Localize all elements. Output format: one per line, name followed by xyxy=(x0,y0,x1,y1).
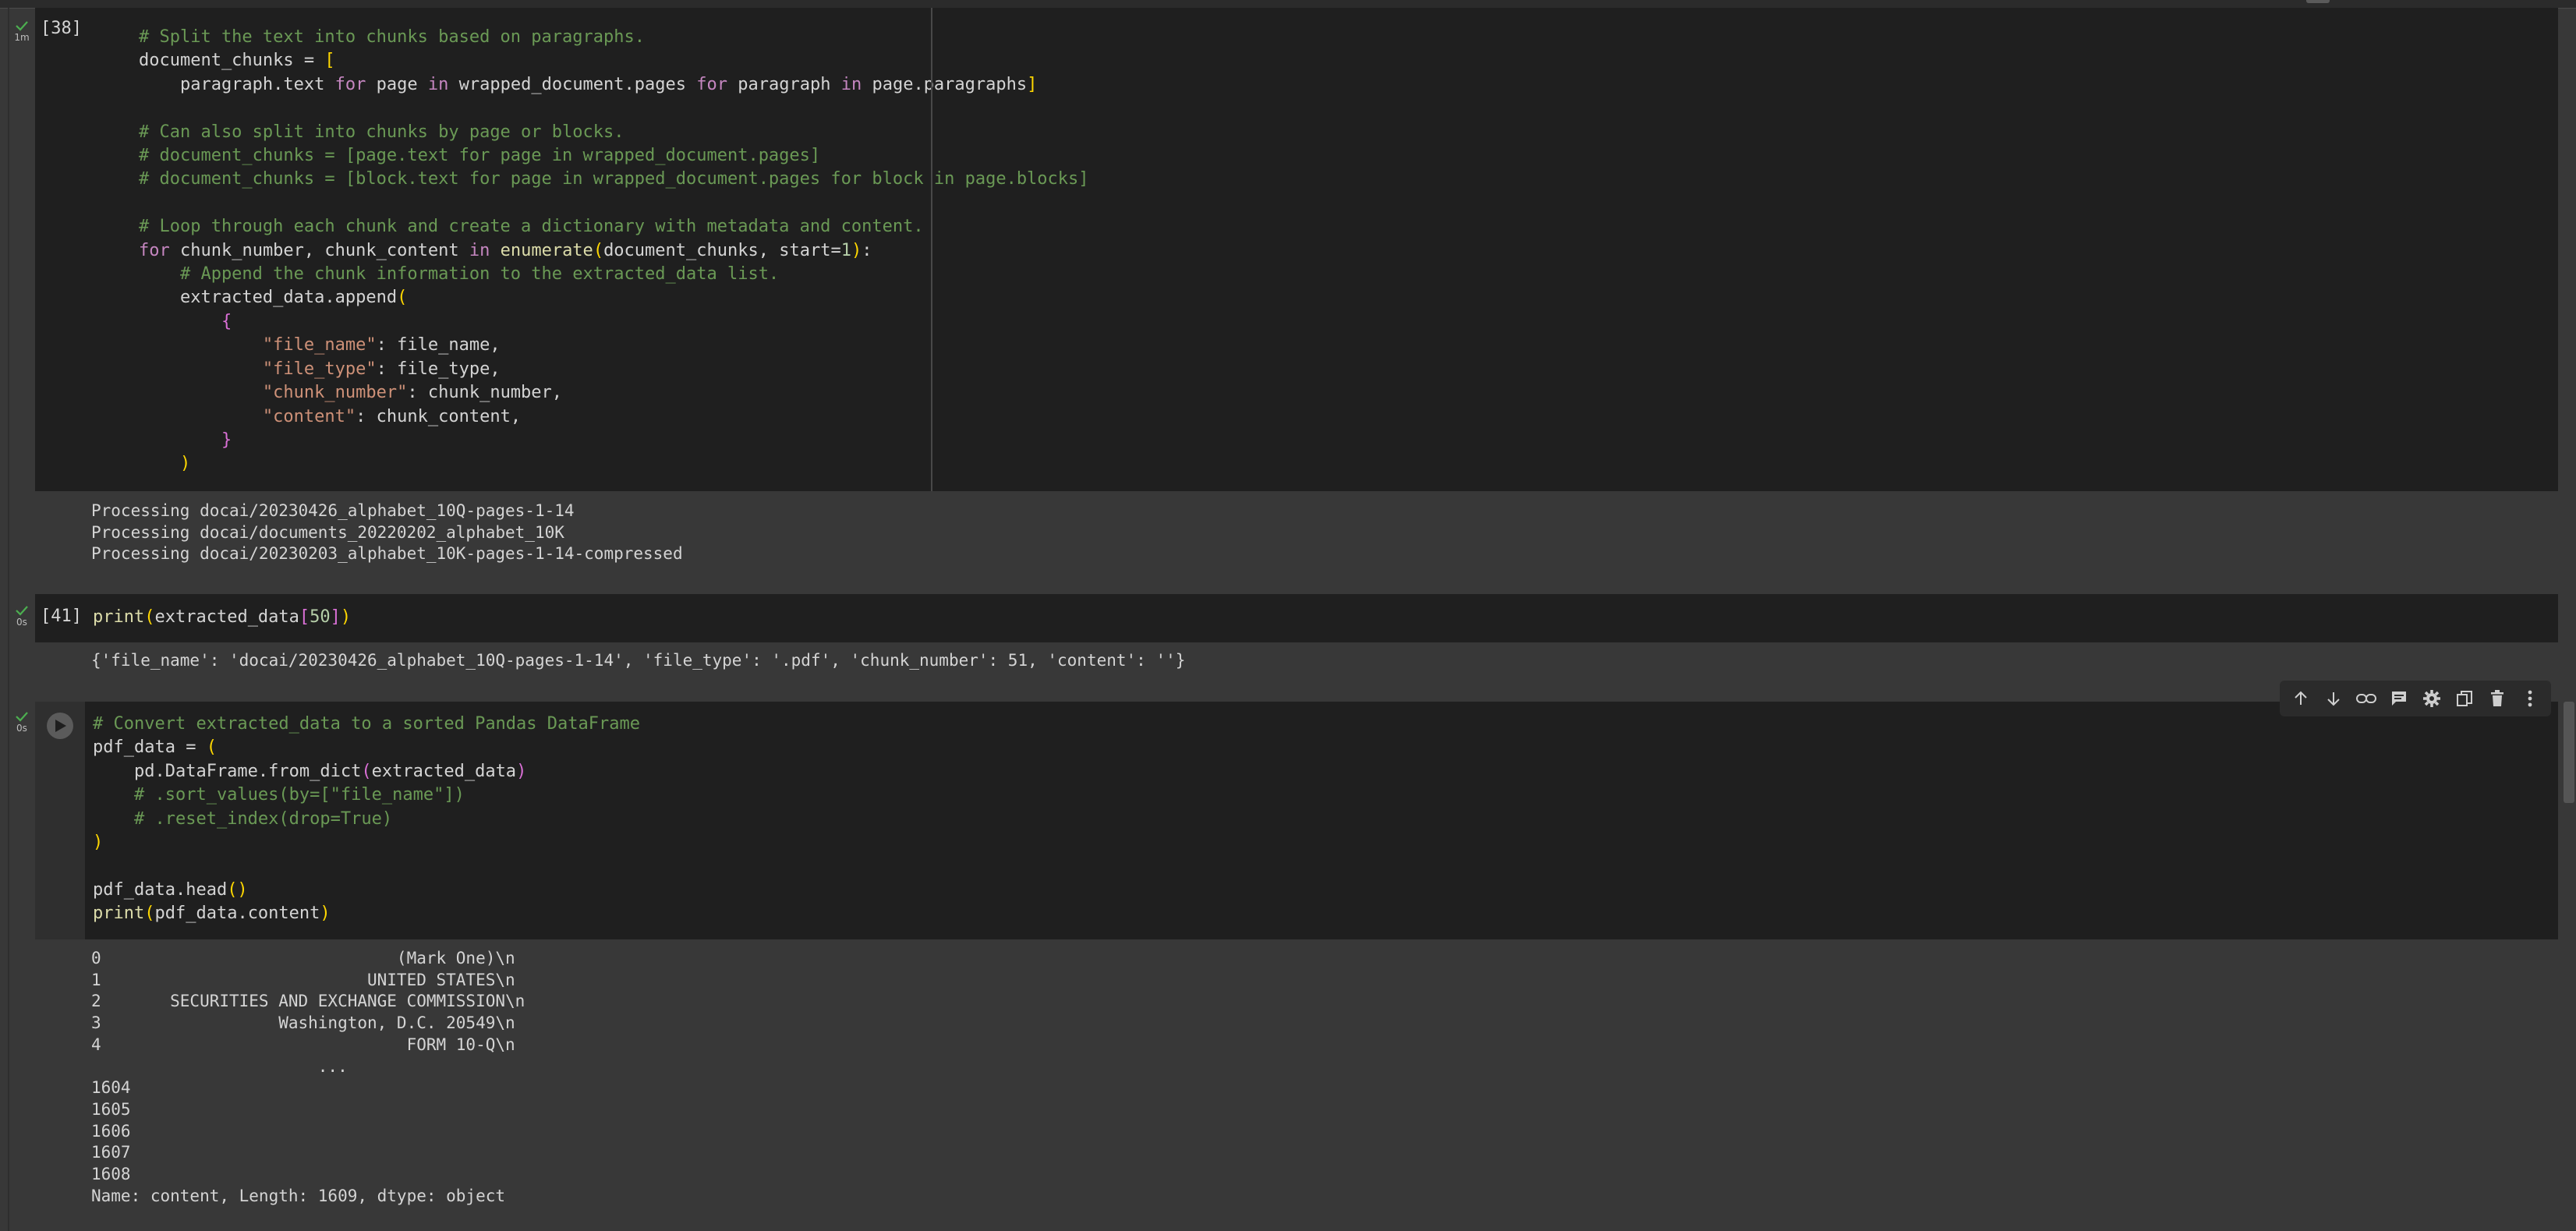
cell-3-duration: 0s xyxy=(16,723,27,734)
comment-icon[interactable] xyxy=(2387,686,2411,711)
cell-3-output: 0 (Mark One)\n 1 UNITED STATES\n 2 SECUR… xyxy=(35,939,2558,1225)
code-line: for chunk_number, chunk_content in enume… xyxy=(138,240,872,260)
code-line: pd.DataFrame.from_dict(extracted_data) xyxy=(93,761,527,781)
code-line: "file_name": file_name, xyxy=(262,335,501,356)
check-icon xyxy=(16,712,28,722)
vertical-scrollbar[interactable] xyxy=(2564,702,2574,803)
resize-handle[interactable] xyxy=(2306,0,2330,3)
cell-1-output-text: Processing docai/20230426_alphabet_10Q-p… xyxy=(91,501,683,564)
delete-icon[interactable] xyxy=(2485,686,2510,711)
code-line: "content": chunk_content, xyxy=(262,406,522,426)
cell-1-duration: 1m xyxy=(14,32,30,43)
cell-2-exec-count: [41] xyxy=(41,607,82,626)
code-line: print(pdf_data.content) xyxy=(93,904,331,924)
line-length-ruler xyxy=(931,8,932,491)
code-line: extracted_data.append( xyxy=(97,288,408,308)
code-line: "chunk_number": chunk_number, xyxy=(262,383,563,403)
link-icon[interactable] xyxy=(2354,686,2379,711)
cell-1-output: Processing docai/20230426_alphabet_10Q-p… xyxy=(35,491,2558,593)
code-line: document_chunks = [ xyxy=(97,51,335,71)
code-line: paragraph.text for page in wrapped_docum… xyxy=(97,74,1038,94)
cell-2-status: 0s xyxy=(11,605,33,627)
cell-2-source[interactable]: print(extracted_data[50]) xyxy=(93,606,351,629)
cell-1-exec-count: [38] xyxy=(41,19,82,38)
code-line: pdf_data = ( xyxy=(93,738,217,758)
move-down-icon[interactable] xyxy=(2321,686,2346,711)
cell-toolbar xyxy=(2280,681,2551,716)
check-icon xyxy=(16,606,28,616)
cell-1-source[interactable]: # Split the text into chunks based on pa… xyxy=(97,26,1089,476)
more-icon[interactable] xyxy=(2518,686,2542,711)
cell-2-output: {'file_name': 'docai/20230426_alphabet_1… xyxy=(35,642,2558,699)
play-icon xyxy=(55,720,66,732)
cell-3-source[interactable]: # Convert extracted_data to a sorted Pan… xyxy=(93,713,640,926)
mirror-cell-icon[interactable] xyxy=(2452,686,2477,711)
cell-3-output-text: 0 (Mark One)\n 1 UNITED STATES\n 2 SECUR… xyxy=(91,949,525,1205)
cell-1-code[interactable]: # Split the text into chunks based on pa… xyxy=(35,8,2558,491)
cell-2-code[interactable]: print(extracted_data[50]) xyxy=(35,594,2558,642)
check-icon xyxy=(16,21,28,31)
code-line: "file_type": file_type, xyxy=(262,359,501,379)
settings-icon[interactable] xyxy=(2419,686,2444,711)
run-cell-button[interactable] xyxy=(47,713,73,739)
cell-2-duration: 0s xyxy=(16,617,27,628)
left-gutter-rule xyxy=(8,8,9,1231)
cell-3-status: 0s xyxy=(11,711,33,733)
cell-2-output-text: {'file_name': 'docai/20230426_alphabet_1… xyxy=(91,651,1186,670)
cell-3-code[interactable]: # Convert extracted_data to a sorted Pan… xyxy=(35,702,2558,939)
cell-1-status: 1m xyxy=(11,20,33,42)
move-up-icon[interactable] xyxy=(2288,686,2313,711)
code-line: pdf_data.head() xyxy=(93,879,248,900)
